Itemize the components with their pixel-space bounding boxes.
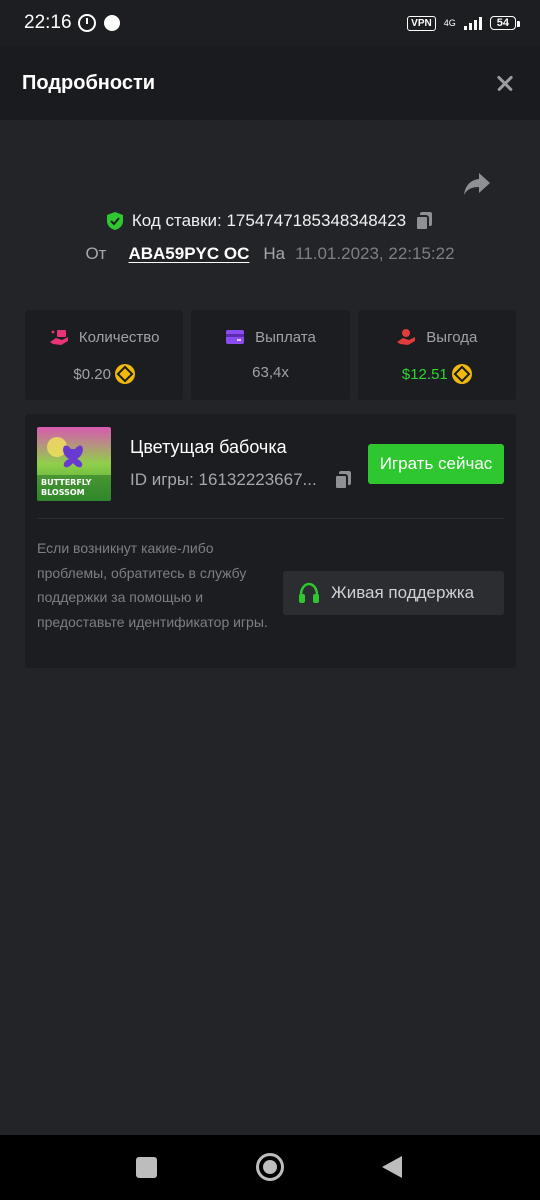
thumb-title-2: BLOSSOM: [41, 488, 85, 497]
stats-row: Количество $0.20 Выплата 63,4x Выгода $1…: [25, 310, 516, 400]
stat-amount-card: Количество $0.20: [25, 310, 184, 400]
alarm-icon: [77, 14, 96, 32]
status-bar: 22:16 VPN 4G 54: [0, 0, 540, 46]
bet-code-row: Код ставки: 1754747185348348423: [0, 206, 540, 236]
close-icon[interactable]: [492, 70, 518, 96]
divider: [37, 518, 504, 519]
shield-check-icon: [106, 212, 123, 230]
copy-icon[interactable]: [333, 469, 353, 491]
user-link[interactable]: ABA59PYC OC: [128, 244, 249, 264]
game-name: Цветущая бабочка: [130, 437, 287, 457]
game-thumbnail[interactable]: BUTTERFLY BLOSSOM: [37, 427, 111, 501]
bet-from-row: От ABA59PYC OC На 11.01.2023, 22:15:22: [0, 240, 540, 268]
stat-payout-card: Выплата 63,4x: [191, 310, 350, 400]
network-type: 4G: [443, 17, 456, 28]
stat-label: Выплата: [255, 328, 316, 346]
vpn-badge: VPN: [407, 15, 436, 31]
status-right: VPN 4G 54: [407, 15, 521, 31]
game-card: BUTTERFLY BLOSSOM Цветущая бабочка ID иг…: [25, 414, 516, 668]
from-label: От: [85, 244, 107, 263]
page-title: Подробности: [22, 71, 156, 94]
game-id: ID игры: 16132223667...: [130, 470, 317, 489]
notification-dot-icon: [103, 15, 120, 31]
bet-code: Код ставки: 1754747185348348423: [131, 211, 407, 230]
stat-value: $0.20: [73, 365, 111, 383]
stat-profit-card: Выгода $12.51: [357, 310, 516, 400]
home-icon[interactable]: [256, 1153, 284, 1181]
stat-value: 63,4x: [252, 364, 289, 381]
stat-label: Количество: [78, 328, 160, 346]
headset-icon: [299, 582, 319, 603]
signal-icon: [463, 16, 482, 30]
live-support-button[interactable]: Живая поддержка: [283, 571, 504, 615]
recents-icon[interactable]: [136, 1157, 157, 1178]
stat-value: $12.51: [401, 365, 448, 383]
bet-datetime: 11.01.2023, 22:15:22: [295, 244, 455, 263]
system-nav-bar: [0, 1135, 540, 1200]
battery-icon: 54: [489, 16, 521, 30]
play-now-button[interactable]: Играть сейчас: [368, 444, 504, 484]
copy-icon[interactable]: [414, 210, 434, 232]
header: Подробности: [0, 46, 540, 120]
support-label: Живая поддержка: [331, 583, 475, 602]
back-icon[interactable]: [382, 1156, 402, 1178]
share-icon[interactable]: [462, 170, 492, 198]
money-hand-icon: [397, 329, 416, 345]
bnb-coin-icon: [114, 364, 135, 384]
wallet-hand-icon: [49, 330, 68, 345]
stat-label: Выгода: [426, 328, 478, 346]
card-icon: [226, 330, 245, 344]
on-label: На: [263, 244, 286, 263]
thumb-title-1: BUTTERFLY: [41, 478, 92, 487]
status-time: 22:16: [24, 12, 72, 33]
bnb-coin-icon: [451, 364, 472, 384]
help-text: Если возникнут какие-либо проблемы, обра…: [37, 540, 268, 630]
